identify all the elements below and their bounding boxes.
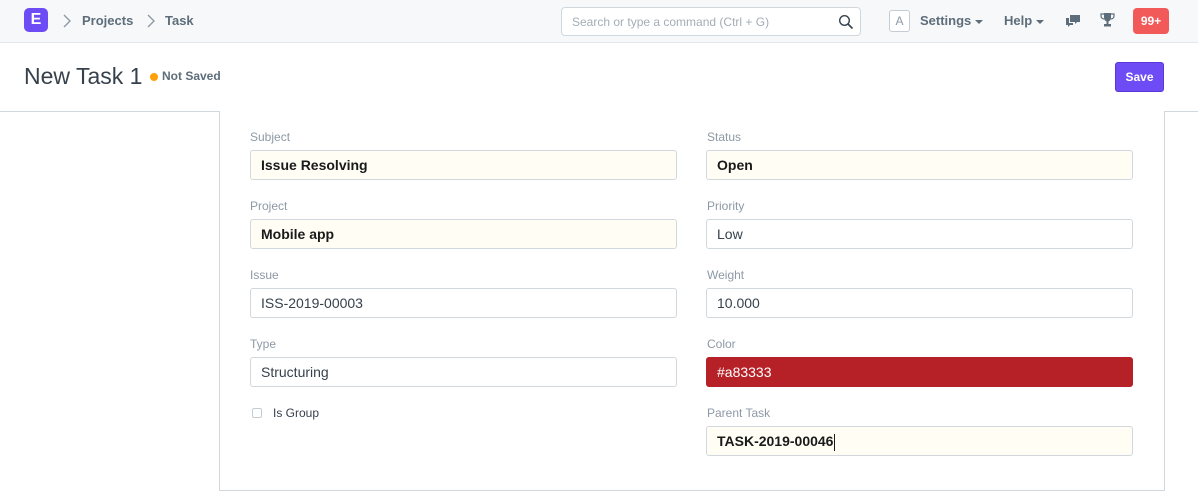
project-field[interactable]: Mobile app: [250, 219, 677, 249]
search-input[interactable]: [562, 8, 832, 35]
weight-label: Weight: [707, 268, 745, 282]
notification-badge[interactable]: 99+: [1133, 8, 1169, 34]
avatar[interactable]: A: [889, 10, 910, 32]
chevron-right-icon: [147, 14, 155, 28]
search-icon[interactable]: [838, 14, 854, 30]
caret-down-icon: [1036, 19, 1045, 24]
type-label: Type: [250, 337, 277, 351]
settings-menu[interactable]: Settings: [920, 13, 984, 28]
chat-icon[interactable]: [1065, 12, 1081, 28]
page-head: New Task 1 Not Saved Save: [0, 43, 1198, 112]
help-label: Help: [1004, 13, 1033, 28]
navbar: E Projects Task A Settings Help 99+: [0, 0, 1198, 43]
breadcrumb-task[interactable]: Task: [165, 13, 194, 28]
caret-down-icon: [975, 19, 984, 24]
status-label: Status: [707, 130, 742, 144]
search-bar: [561, 7, 861, 36]
text-cursor: [834, 433, 836, 451]
parent-task-field[interactable]: TASK-2019-00046: [706, 426, 1133, 456]
status-indicator: Not Saved: [162, 69, 221, 83]
type-field[interactable]: Structuring: [250, 357, 677, 387]
weight-field[interactable]: 10.000: [706, 288, 1133, 318]
breadcrumb-projects[interactable]: Projects: [82, 13, 133, 28]
issue-label: Issue: [250, 268, 279, 282]
subject-label: Subject: [250, 130, 291, 144]
status-select[interactable]: Open: [706, 150, 1133, 180]
page-title: New Task 1: [24, 63, 143, 89]
status-dot-icon: [150, 73, 158, 81]
settings-label: Settings: [920, 13, 972, 28]
save-button[interactable]: Save: [1115, 62, 1164, 92]
app-logo[interactable]: E: [24, 8, 48, 32]
trophy-icon[interactable]: [1100, 12, 1115, 28]
parent-task-label: Parent Task: [707, 406, 771, 420]
priority-label: Priority: [707, 199, 745, 213]
is-group-checkbox[interactable]: [252, 408, 262, 418]
parent-task-value: TASK-2019-00046: [717, 433, 834, 449]
is-group-label: Is Group: [273, 406, 320, 420]
issue-field[interactable]: ISS-2019-00003: [250, 288, 677, 318]
chevron-right-icon: [63, 14, 71, 28]
color-field[interactable]: #a83333: [706, 357, 1133, 387]
project-label: Project: [250, 199, 288, 213]
subject-field[interactable]: Issue Resolving: [250, 150, 677, 180]
color-label: Color: [707, 337, 736, 351]
priority-select[interactable]: Low: [706, 219, 1133, 249]
help-menu[interactable]: Help: [1004, 13, 1045, 28]
